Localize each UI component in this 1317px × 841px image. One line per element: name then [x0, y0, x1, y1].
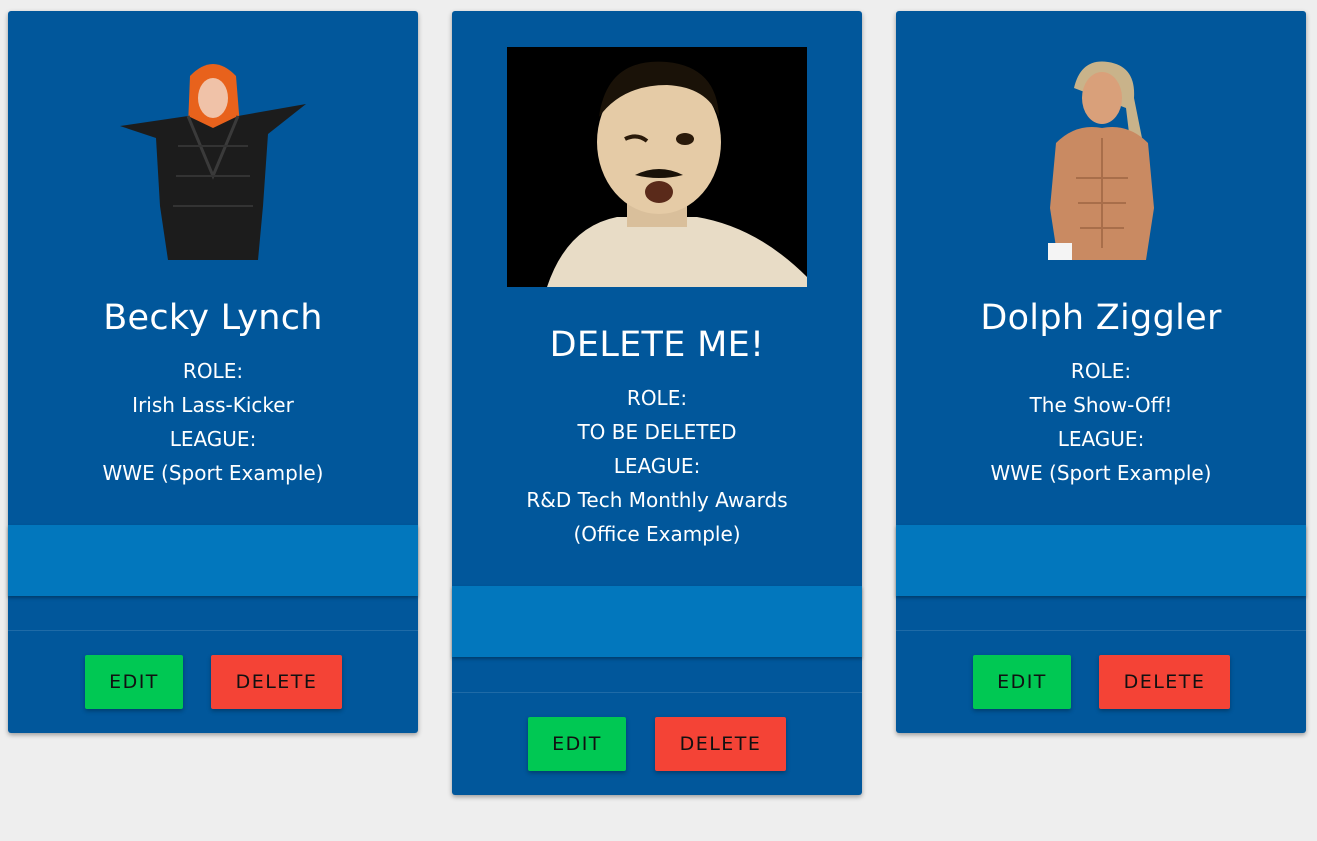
role-label: ROLE: — [626, 386, 688, 410]
card-divider — [452, 692, 862, 693]
player-card: Dolph Ziggler ROLE: The Show-Off! LEAGUE… — [896, 11, 1306, 733]
card-divider — [8, 630, 418, 631]
player-card: DELETE ME! ROLE: TO BE DELETED LEAGUE: R… — [452, 11, 862, 795]
card-band — [896, 525, 1306, 596]
role-value: Irish Lass-Kicker — [132, 393, 294, 417]
card-divider — [896, 630, 1306, 631]
card-band — [8, 525, 418, 596]
player-photo — [507, 47, 807, 287]
league-label: LEAGUE: — [1057, 427, 1145, 451]
player-name: Dolph Ziggler — [980, 298, 1222, 338]
player-photo — [1036, 58, 1166, 260]
card-band — [452, 586, 862, 657]
player-photo — [118, 56, 308, 260]
delete-button[interactable]: DELETE — [211, 655, 342, 709]
role-value: TO BE DELETED — [577, 420, 737, 444]
player-card: Becky Lynch ROLE: Irish Lass-Kicker LEAG… — [8, 11, 418, 733]
delete-button[interactable]: DELETE — [1099, 655, 1230, 709]
role-label: ROLE: — [1070, 359, 1132, 383]
edit-button[interactable]: EDIT — [973, 655, 1071, 709]
player-info: ROLE: The Show-Off! LEAGUE: WWE (Sport E… — [896, 354, 1306, 490]
edit-button[interactable]: EDIT — [85, 655, 183, 709]
player-name: DELETE ME! — [549, 325, 765, 365]
role-value: The Show-Off! — [1029, 393, 1173, 417]
league-value: WWE (Sport Example) — [990, 461, 1212, 485]
league-label: LEAGUE: — [613, 454, 701, 478]
player-info: ROLE: TO BE DELETED LEAGUE: R&D Tech Mon… — [452, 381, 862, 551]
league-label: LEAGUE: — [169, 427, 257, 451]
player-info: ROLE: Irish Lass-Kicker LEAGUE: WWE (Spo… — [8, 354, 418, 490]
player-name: Becky Lynch — [103, 298, 323, 338]
league-value: WWE (Sport Example) — [102, 461, 324, 485]
edit-button[interactable]: EDIT — [528, 717, 626, 771]
league-value: R&D Tech Monthly Awards (Office Example) — [526, 488, 788, 546]
delete-button[interactable]: DELETE — [655, 717, 786, 771]
role-label: ROLE: — [182, 359, 244, 383]
